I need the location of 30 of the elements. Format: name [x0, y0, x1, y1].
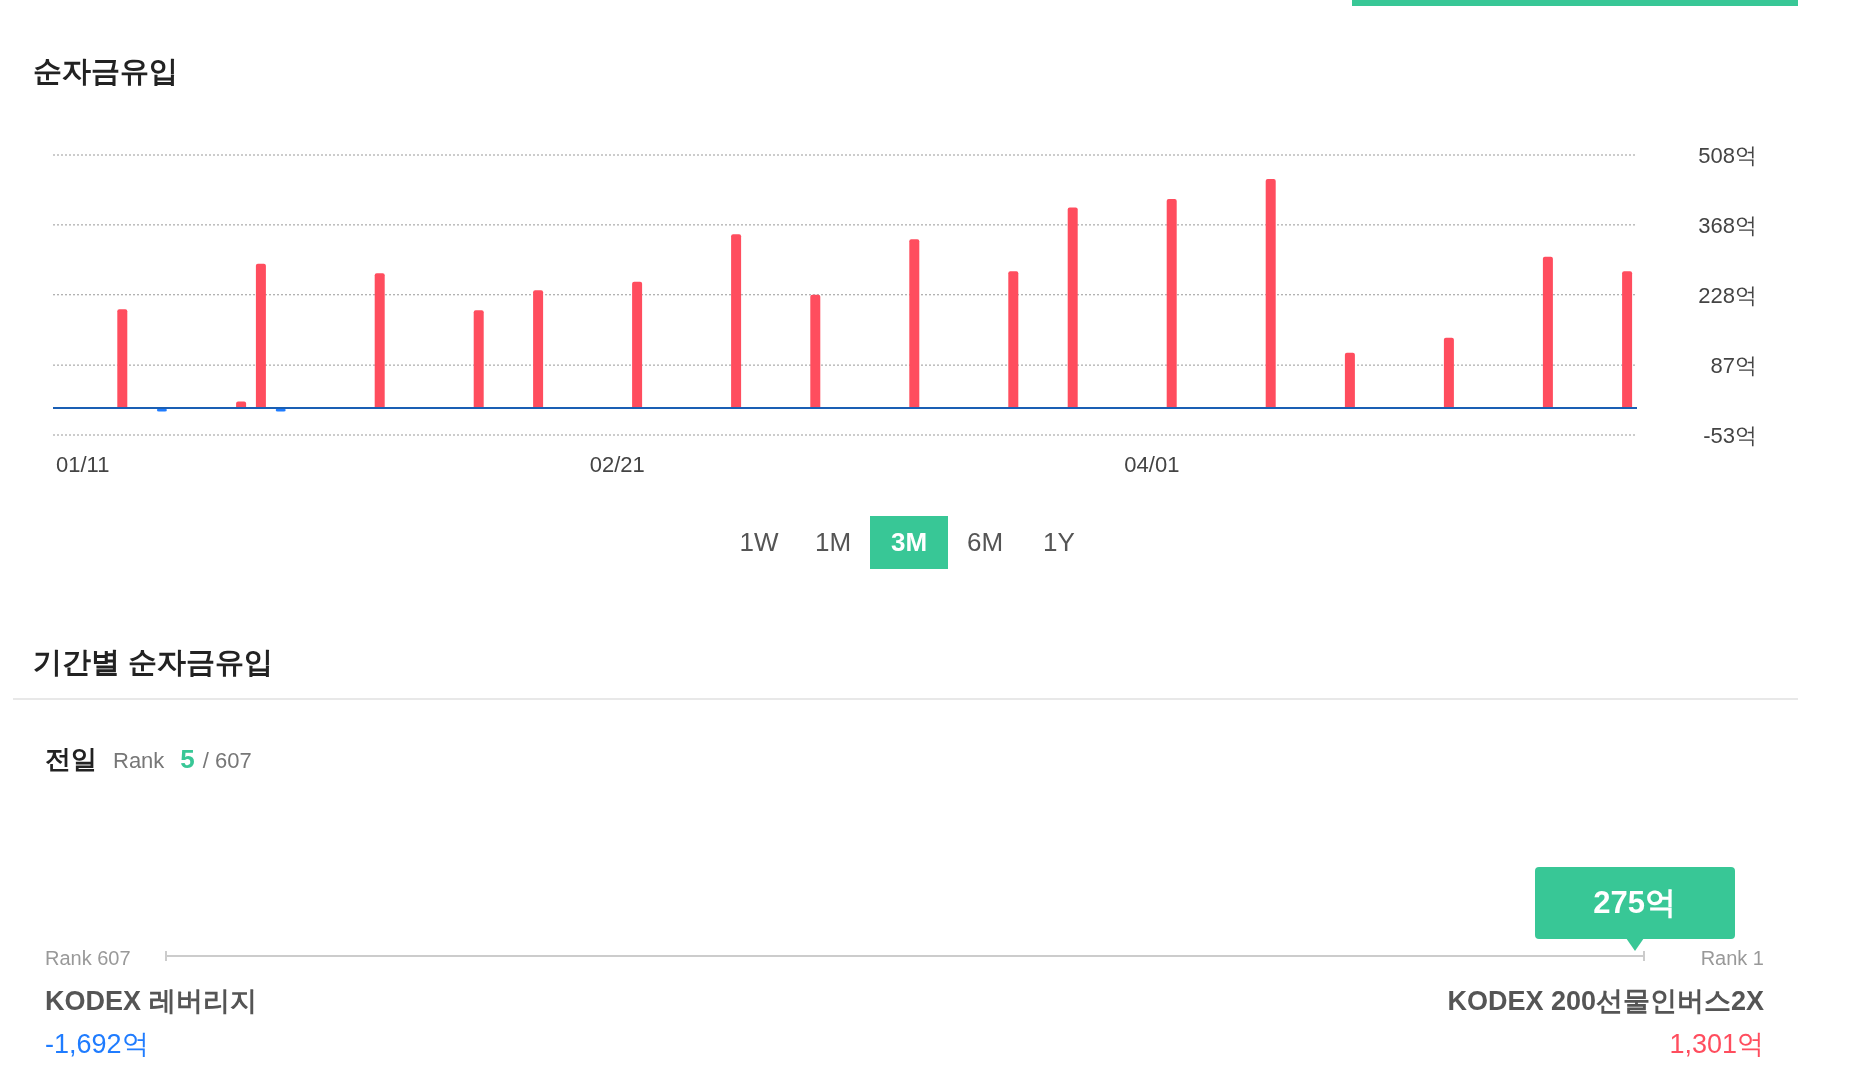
bar	[236, 401, 247, 409]
rank-label: Rank	[113, 747, 165, 775]
period-tab[interactable]: 1W	[722, 515, 796, 569]
y-axis-label: 508억	[1698, 142, 1757, 168]
section-title: 기간별 순자금유입	[33, 644, 275, 680]
etf-name: KODEX 200선물인버스2X	[1447, 985, 1764, 1018]
value-tooltip: 275억	[1534, 867, 1735, 939]
rank-total: / 607	[202, 747, 252, 775]
bar	[275, 408, 286, 412]
range-min-label: Rank 607	[45, 946, 131, 971]
y-axis-label: -53억	[1703, 422, 1757, 448]
y-axis-label: 228억	[1698, 282, 1757, 308]
range-max-label: Rank 1	[1700, 946, 1764, 971]
etf-name: KODEX 레버리지	[45, 985, 257, 1018]
bar	[156, 408, 167, 412]
x-axis-label: 02/21	[589, 451, 645, 477]
x-axis-label: 01/11	[56, 451, 110, 477]
period-label: 전일	[45, 743, 97, 776]
period-tab[interactable]: 6M	[948, 515, 1022, 569]
period-tab[interactable]: 1Y	[1022, 515, 1096, 569]
bar	[1443, 337, 1454, 409]
period-tab[interactable]: 1M	[796, 515, 870, 569]
inflow-value: -1,692억	[45, 1027, 150, 1061]
rank-value: 5	[180, 743, 195, 776]
inflow-value: 1,301억	[1669, 1027, 1764, 1061]
y-axis-label: 368억	[1698, 212, 1757, 238]
x-axis-label: 04/01	[1124, 451, 1180, 477]
section-title: 순자금유입	[33, 54, 179, 89]
bar	[1344, 352, 1355, 409]
y-axis-label: 87억	[1710, 352, 1757, 378]
